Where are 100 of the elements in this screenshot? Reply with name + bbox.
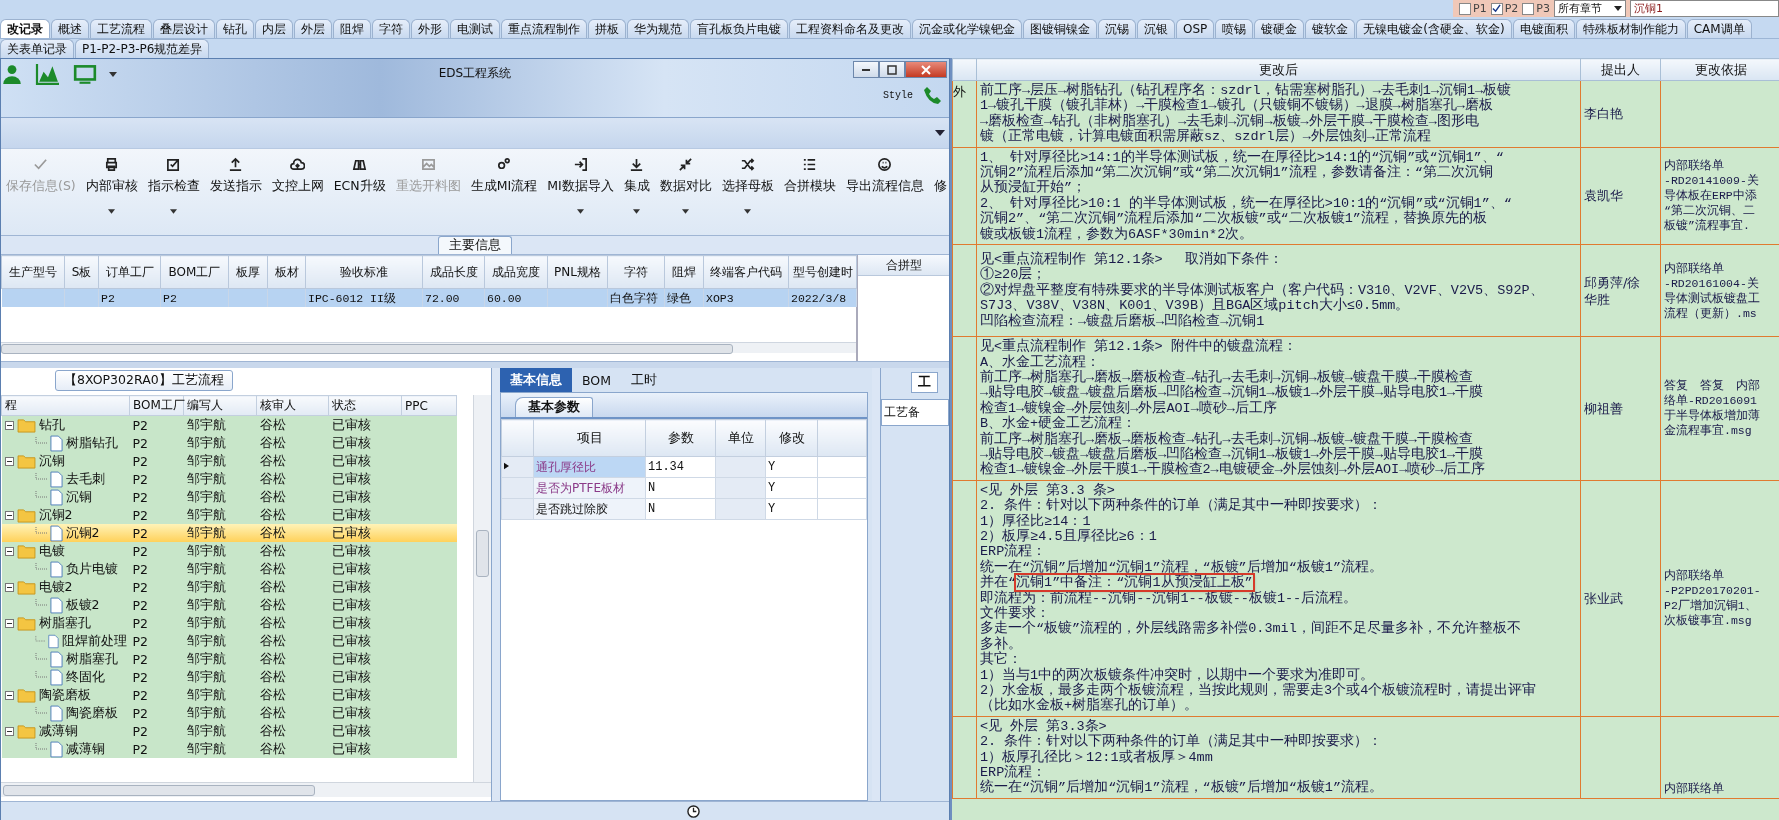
collapse-icon[interactable]	[4, 456, 14, 466]
tree-row[interactable]: 减薄铜 P2 邹宇航 谷松 已审核	[1, 740, 457, 758]
tab[interactable]: OSP	[1176, 19, 1215, 38]
scrollbar[interactable]	[1, 782, 491, 797]
tab[interactable]: 字符	[372, 19, 410, 38]
ribbon-button[interactable]: 内部审核	[80, 157, 143, 227]
tree-node-label[interactable]: 沉铜2	[38, 506, 73, 524]
column-header[interactable]: 板材	[267, 255, 306, 289]
collapse-icon[interactable]	[4, 618, 14, 628]
column-header[interactable]: 字符	[607, 255, 665, 289]
tree-row[interactable]: 负片电镀 P2 邹宇航 谷松 已审核	[1, 560, 457, 578]
tab[interactable]: 无镍电镀金(含硬金、软金)	[1356, 19, 1512, 38]
chart-icon[interactable]	[35, 63, 61, 85]
tab[interactable]: 外形	[411, 19, 449, 38]
tab[interactable]: 电镀面积	[1512, 19, 1575, 38]
tree-node-label[interactable]: 树脂塞孔	[65, 650, 118, 668]
ribbon-button[interactable]: 导出流程信息	[840, 157, 929, 227]
tab[interactable]: 阻焊	[333, 19, 371, 38]
tab[interactable]: 关表单记录	[0, 39, 74, 58]
column-header[interactable]: 板厚	[228, 255, 268, 289]
tab[interactable]: 基本参数	[515, 397, 593, 417]
tree-node-label[interactable]: 板镀2	[65, 596, 100, 614]
ribbon-button[interactable]: 合拼模块	[778, 157, 841, 227]
column-header[interactable]: PPC	[401, 395, 457, 416]
chapter-dropdown[interactable]: 所有章节	[1553, 0, 1626, 17]
tree-node-label[interactable]: 电镀2	[38, 578, 73, 596]
column-header[interactable]: 状态	[328, 395, 402, 416]
ribbon-button[interactable]: 文控上网	[266, 157, 329, 227]
tree-row[interactable]: 去毛刺 P2 邹宇航 谷松 已审核	[1, 470, 457, 488]
tab[interactable]: 特殊板材制作能力	[1575, 19, 1686, 38]
tree-node-label[interactable]: 陶瓷磨板	[38, 686, 91, 704]
column-header[interactable]: 型号创建时	[788, 255, 857, 289]
tree-row[interactable]: 树脂钻孔 P2 邹宇航 谷松 已审核	[1, 434, 457, 452]
column-header[interactable]: 核审人	[256, 395, 329, 416]
search-field[interactable]: 沉铜1	[1629, 0, 1779, 17]
column-header[interactable]: 阻焊	[664, 255, 704, 289]
tab[interactable]: 叠层设计	[153, 19, 215, 38]
style-menu[interactable]: Style	[883, 89, 913, 101]
tab[interactable]: 拼板	[588, 19, 626, 38]
tab[interactable]: 沉锡	[1098, 19, 1136, 38]
tab[interactable]: 华为规范	[627, 19, 689, 38]
column-header[interactable]: 成品宽度	[484, 255, 548, 289]
tab[interactable]: 工程资料命名及更改	[789, 19, 911, 38]
tab[interactable]: 喷锡	[1215, 19, 1254, 38]
tab[interactable]: 工艺流程	[90, 19, 152, 38]
scrollbar[interactable]	[473, 395, 491, 782]
tab[interactable]: CAM调单	[1686, 19, 1752, 38]
column-header[interactable]: 参数	[645, 419, 716, 457]
tab[interactable]: 图镀铜镍金	[1023, 19, 1097, 38]
tree-node-label[interactable]: 钻孔	[38, 416, 65, 434]
column-header[interactable]: 成品长度	[422, 255, 485, 289]
tab[interactable]: 镀软金	[1305, 19, 1356, 38]
tree-node-label[interactable]: 阻焊前处理	[61, 632, 127, 650]
row-header[interactable]	[501, 456, 534, 478]
column-header[interactable]: 程	[1, 395, 130, 416]
person-icon[interactable]	[1, 63, 23, 85]
tab[interactable]: 改记录	[0, 19, 50, 38]
column-header[interactable]: S板	[64, 255, 99, 289]
collapse-icon[interactable]	[4, 582, 14, 592]
column-header[interactable]: 订单工厂	[98, 255, 161, 289]
tree-row[interactable]: 板镀2 P2 邹宇航 谷松 已审核	[1, 596, 457, 614]
column-header[interactable]: BOM工厂	[129, 395, 184, 416]
tab[interactable]: 镀硬金	[1254, 19, 1305, 38]
tree-node-label[interactable]: 减薄铜	[38, 722, 78, 740]
checkbox[interactable]	[1522, 2, 1535, 15]
caret-icon[interactable]	[935, 130, 945, 136]
tree-row[interactable]: 电镀2 P2 邹宇航 谷松 已审核	[1, 578, 457, 596]
column-header[interactable]: 终端客户代码	[703, 255, 789, 289]
column-header[interactable]: 单位	[715, 419, 766, 457]
tab[interactable]: 工	[911, 372, 938, 393]
phone-icon[interactable]	[923, 85, 943, 105]
caret-icon[interactable]	[109, 71, 117, 77]
ribbon-button[interactable]: 指示检查	[142, 157, 205, 227]
column-header[interactable]: 验收标准	[305, 255, 423, 289]
tree-node-label[interactable]: 沉铜	[65, 488, 92, 506]
column-header[interactable]: 更改依据	[1660, 58, 1779, 81]
column-header[interactable]: 更改后	[976, 58, 1581, 81]
close-button[interactable]	[905, 61, 947, 78]
collapse-icon[interactable]	[4, 546, 14, 556]
tree-node-label[interactable]: 树脂钻孔	[65, 434, 118, 452]
maximize-button[interactable]	[879, 61, 905, 78]
tab[interactable]: P1-P2-P3-P6规范差异	[75, 39, 210, 58]
checkbox[interactable]	[1459, 2, 1471, 15]
tree-row[interactable]: 陶瓷磨板 P2 邹宇航 谷松 已审核	[1, 704, 457, 722]
minimize-button[interactable]	[853, 61, 879, 78]
tree-row[interactable]: 终固化 P2 邹宇航 谷松 已审核	[1, 668, 457, 686]
tree-row[interactable]: 沉铜2 P2 邹宇航 谷松 已审核	[1, 506, 457, 524]
tab[interactable]: 沉银	[1137, 19, 1175, 38]
column-header[interactable]: PNL规格	[547, 255, 608, 289]
tree-row[interactable]: 陶瓷磨板 P2 邹宇航 谷松 已审核	[1, 686, 457, 704]
ribbon-button[interactable]: 发送指示	[204, 157, 267, 227]
ribbon-button[interactable]: ECN升级	[328, 157, 391, 227]
column-header[interactable]: 生产型号	[1, 255, 65, 289]
column-header[interactable]: BOM工厂	[160, 255, 229, 289]
ribbon-button[interactable]: 集成	[618, 157, 655, 227]
tree-row[interactable]: 阻焊前处理 P2 邹宇航 谷松 已审核	[1, 632, 457, 650]
ribbon-button[interactable]: 生成MI流程	[465, 157, 543, 227]
collapse-icon[interactable]	[4, 690, 14, 700]
monitor-icon[interactable]	[73, 63, 97, 85]
tree-row[interactable]: 沉铜2 P2 邹宇航 谷松 已审核	[1, 524, 457, 542]
